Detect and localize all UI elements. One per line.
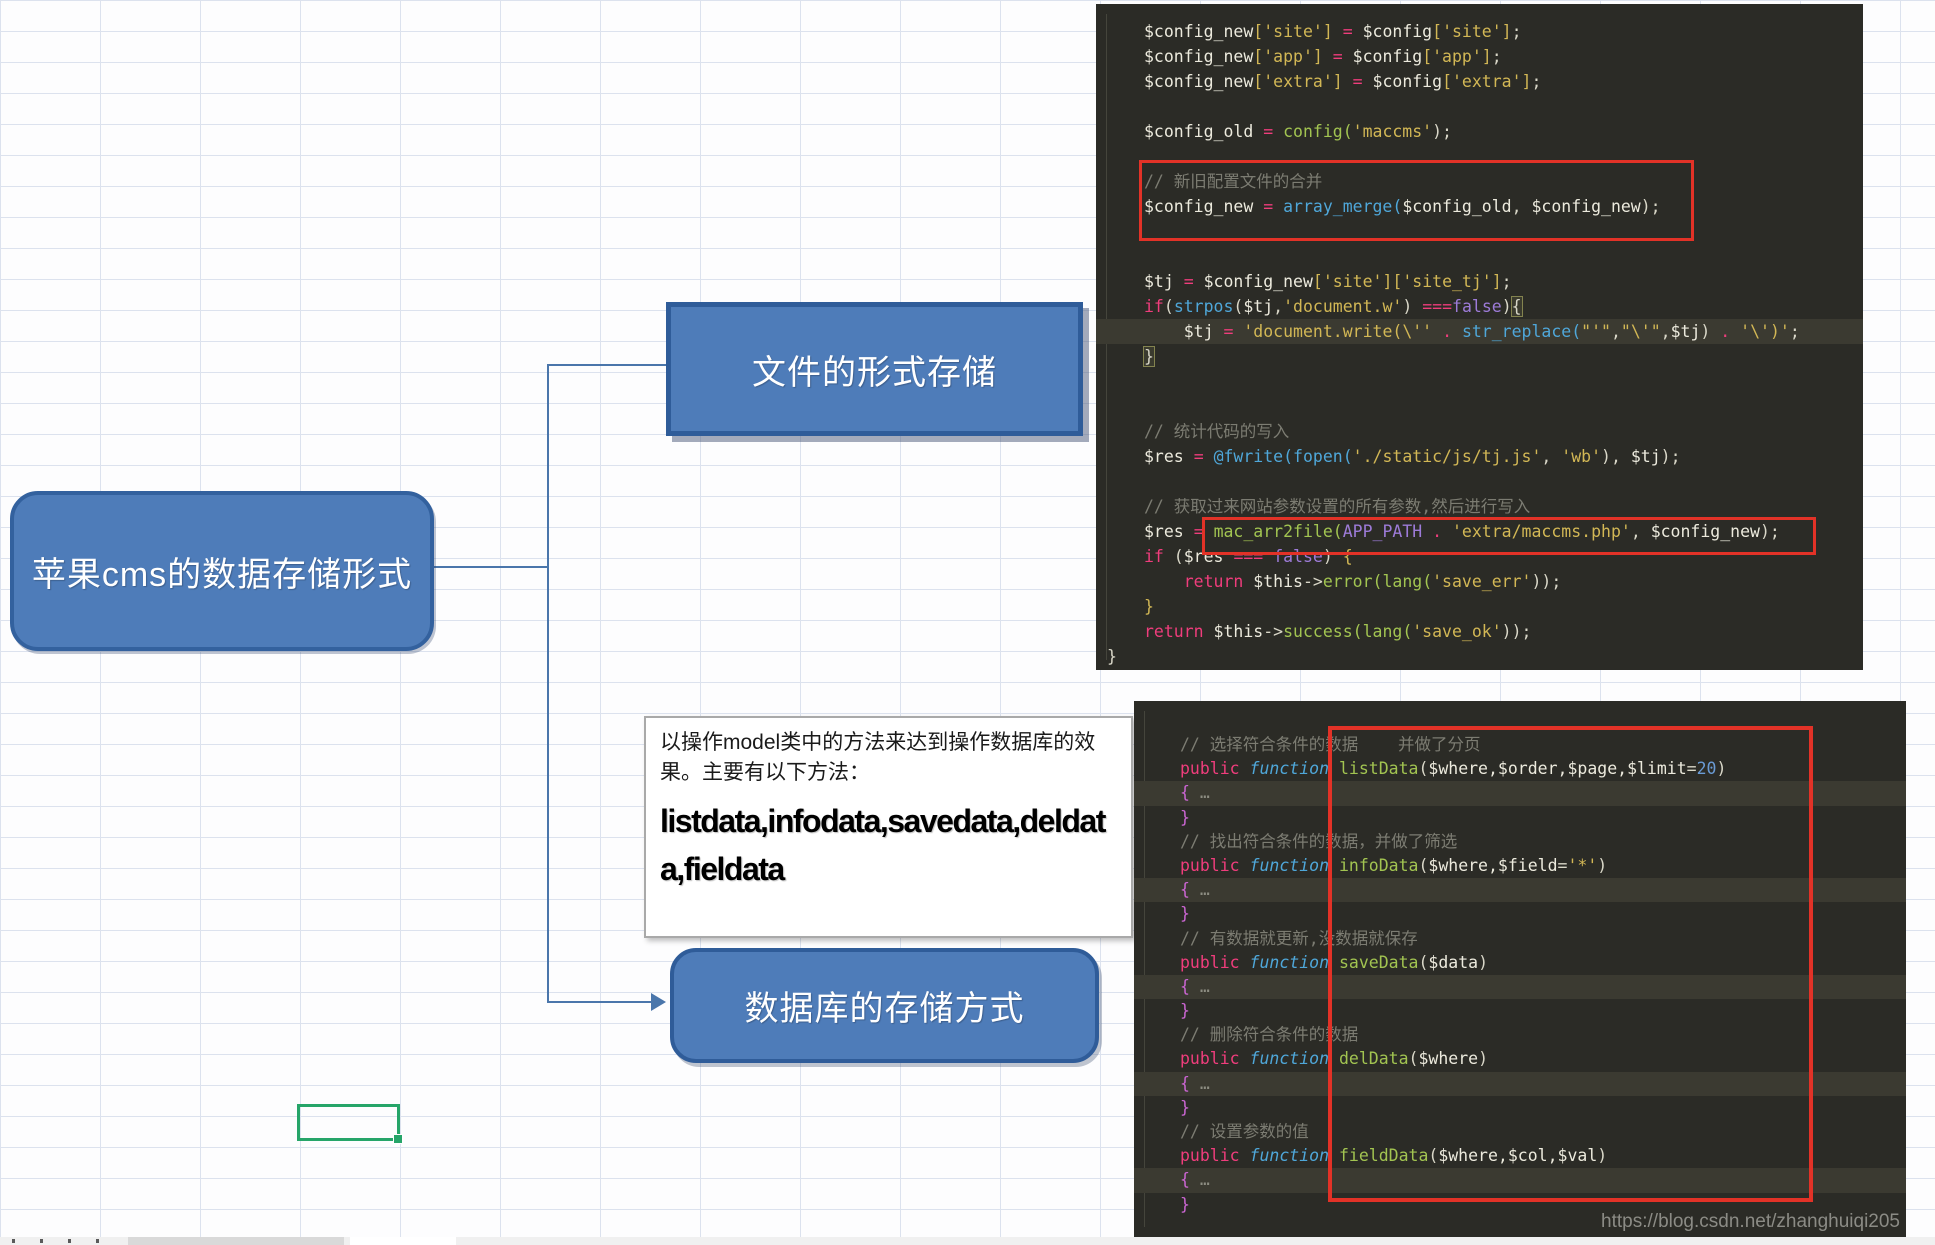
node-label: 数据库的存储方式 bbox=[745, 981, 1025, 1030]
annotation-box-merge bbox=[1139, 160, 1694, 241]
code-line: } bbox=[1144, 344, 1863, 369]
sheet-tab-gap bbox=[350, 1237, 456, 1245]
model-methods-note[interactable]: 以操作model类中的方法来达到操作数据库的效果。主要有以下方法： listda… bbox=[644, 716, 1133, 938]
watermark-link: https://blog.csdn.net/zhanghuiqi205 bbox=[1601, 1211, 1900, 1233]
code-line bbox=[1144, 469, 1863, 494]
node-label: 苹果cms的数据存储形式 bbox=[32, 547, 412, 596]
code-line: } bbox=[1144, 594, 1863, 619]
code-screenshot-config-save: $config_new['site'] = $config['site'];$c… bbox=[1096, 4, 1863, 670]
tab-scroll-tick bbox=[96, 1239, 99, 1243]
code-line: $tj = $config_new['site']['site_tj']; bbox=[1144, 269, 1863, 294]
annotation-box-methods bbox=[1328, 726, 1813, 1202]
code-line: if(strpos($tj,'document.w') ===false){ bbox=[1144, 294, 1863, 319]
connector-to-file-box bbox=[547, 364, 666, 366]
code-line: return $this->error(lang('save_err')); bbox=[1144, 569, 1863, 594]
code-line: // 获取过来网站参数设置的所有参数,然后进行写入 bbox=[1144, 494, 1863, 519]
code-line: $tj = 'document.write(\'' . str_replace(… bbox=[1144, 319, 1863, 344]
note-method-list: listdata,infodata,savedata,deldata,field… bbox=[660, 797, 1117, 893]
active-cell-selection[interactable] bbox=[297, 1104, 400, 1141]
code-line: // 统计代码的写入 bbox=[1144, 419, 1863, 444]
code-line bbox=[1144, 94, 1863, 119]
connector-to-db-box bbox=[547, 1001, 653, 1003]
note-description: 以操作model类中的方法来达到操作数据库的效果。主要有以下方法： bbox=[660, 728, 1117, 789]
tab-scroll-tick bbox=[40, 1239, 43, 1243]
code-line: } bbox=[1107, 644, 1863, 669]
sheet-tab-segment[interactable] bbox=[128, 1237, 344, 1245]
code-block-config-save: $config_new['site'] = $config['site'];$c… bbox=[1096, 4, 1863, 669]
connector-root-to-branch bbox=[426, 566, 548, 568]
node-apple-cms-storage[interactable]: 苹果cms的数据存储形式 bbox=[10, 491, 434, 651]
tab-scroll-tick bbox=[68, 1239, 71, 1243]
code-line: $config_old = config('maccms'); bbox=[1144, 119, 1863, 144]
annotation-box-arr2file bbox=[1202, 517, 1816, 555]
tab-scroll-tick bbox=[12, 1239, 15, 1243]
code-line bbox=[1144, 394, 1863, 419]
arrowhead-icon bbox=[651, 993, 666, 1011]
node-label: 文件的形式存储 bbox=[752, 345, 997, 394]
code-line bbox=[1144, 244, 1863, 269]
code-line: return $this->success(lang('save_ok')); bbox=[1144, 619, 1863, 644]
code-line: $config_new['extra'] = $config['extra']; bbox=[1144, 69, 1863, 94]
node-file-storage[interactable]: 文件的形式存储 bbox=[666, 302, 1083, 436]
spreadsheet-canvas: 苹果cms的数据存储形式 文件的形式存储 数据库的存储方式 以操作model类中… bbox=[0, 0, 1935, 1245]
fill-handle[interactable] bbox=[393, 1134, 403, 1144]
connector-branch-vertical bbox=[547, 364, 549, 1003]
code-line: $config_new['app'] = $config['app']; bbox=[1144, 44, 1863, 69]
code-line bbox=[1144, 369, 1863, 394]
code-line: $config_new['site'] = $config['site']; bbox=[1144, 19, 1863, 44]
code-line: $res = @fwrite(fopen('./static/js/tj.js'… bbox=[1144, 444, 1863, 469]
node-db-storage[interactable]: 数据库的存储方式 bbox=[670, 948, 1099, 1063]
